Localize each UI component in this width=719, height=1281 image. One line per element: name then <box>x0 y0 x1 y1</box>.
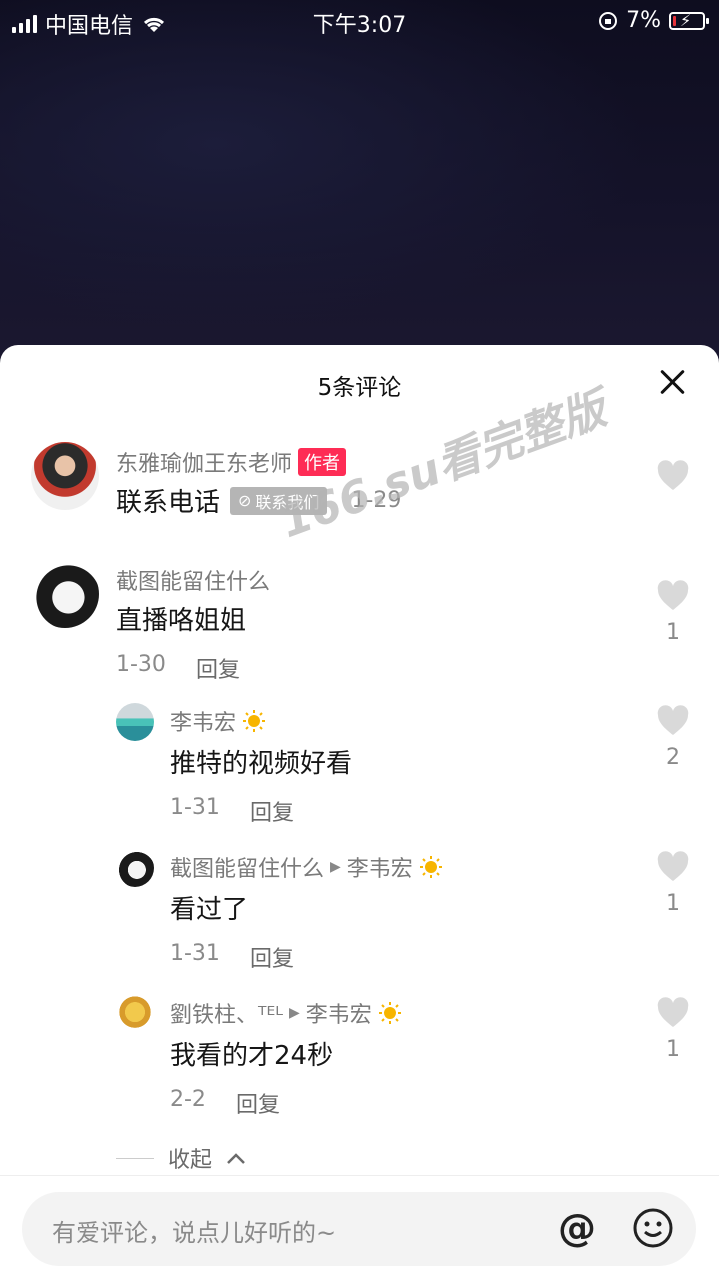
comment-author-name[interactable]: 东雅瑜伽王东老师 <box>116 446 292 478</box>
sun-icon <box>419 856 442 878</box>
avatar[interactable] <box>31 560 99 628</box>
avatar[interactable] <box>31 442 99 510</box>
reply-date: 1-31 <box>170 941 220 966</box>
reply-date: 2-2 <box>170 1087 206 1112</box>
sun-icon <box>378 1002 401 1024</box>
collapse-replies-button[interactable]: 收起 <box>116 1142 246 1174</box>
heart-icon <box>657 851 689 881</box>
divider <box>116 1157 154 1159</box>
link-icon: ⊘ <box>238 491 252 510</box>
reply-arrow-icon: ▶ <box>288 1005 300 1021</box>
like-count: 1 <box>666 620 680 645</box>
reply-author-name[interactable]: 李韦宏 <box>170 705 236 737</box>
like-count: 1 <box>666 891 680 916</box>
sheet-title: 5条评论 <box>317 375 402 401</box>
reply-date: 1-31 <box>170 795 220 820</box>
like-button[interactable] <box>655 460 691 492</box>
emoji-icon[interactable] <box>632 1207 674 1249</box>
reply-text: 我看的才24秒 <box>170 1041 334 1071</box>
reply-to-name[interactable]: 李韦宏 <box>347 851 413 883</box>
reply-text: 推特的视频好看 <box>170 749 353 779</box>
comment-date: 1-30 <box>116 652 166 677</box>
reply-author-name[interactable]: 截图能留住什么 <box>170 851 324 883</box>
comment-input-bar: 有爱评论，说点儿好听的~ @ <box>0 1175 719 1281</box>
battery-percent: 7% <box>626 8 661 33</box>
comment-input-placeholder: 有爱评论，说点儿好听的~ <box>52 1219 337 1247</box>
heart-icon <box>657 580 689 610</box>
like-button[interactable]: 1 <box>655 580 691 645</box>
battery-icon: ⚡ <box>669 11 709 30</box>
collapse-label: 收起 <box>168 1148 213 1173</box>
at-icon[interactable]: @ <box>558 1206 596 1250</box>
heart-icon <box>657 997 689 1027</box>
reply-button[interactable]: 回复 <box>250 795 294 827</box>
reply-arrow-icon: ▶ <box>330 859 341 875</box>
like-count: 1 <box>666 1037 680 1062</box>
reply-button[interactable]: 回复 <box>196 652 240 684</box>
avatar[interactable] <box>116 703 154 741</box>
chevron-up-icon <box>227 1153 245 1164</box>
close-icon[interactable] <box>659 369 685 395</box>
comment-author-name[interactable]: 截图能留住什么 <box>116 564 270 596</box>
like-button[interactable]: 1 <box>655 851 691 916</box>
sun-icon <box>243 710 266 732</box>
reply-text: 看过了 <box>170 895 249 925</box>
rotation-lock-icon <box>599 11 618 30</box>
heart-icon <box>657 705 689 735</box>
heart-icon <box>657 460 689 490</box>
video-background <box>0 0 719 360</box>
reply-to-name[interactable]: 李韦宏 <box>306 997 372 1029</box>
comment-text: 直播咯姐姐 <box>116 606 247 636</box>
comment-text: 联系电话 <box>116 488 221 518</box>
like-button[interactable]: 2 <box>655 705 691 770</box>
reply-button[interactable]: 回复 <box>236 1087 280 1119</box>
status-bar: 中国电信 下午3:07 7% ⚡ <box>0 0 719 40</box>
reply-author-name[interactable]: 劉铁柱、ᵀᴱᴸ <box>170 997 283 1029</box>
reply-button[interactable]: 回复 <box>250 941 294 973</box>
avatar[interactable] <box>116 849 154 887</box>
comment-input[interactable]: 有爱评论，说点儿好听的~ @ <box>22 1192 696 1266</box>
avatar[interactable] <box>116 995 154 1033</box>
like-button[interactable]: 1 <box>655 997 691 1062</box>
like-count: 2 <box>666 745 680 770</box>
